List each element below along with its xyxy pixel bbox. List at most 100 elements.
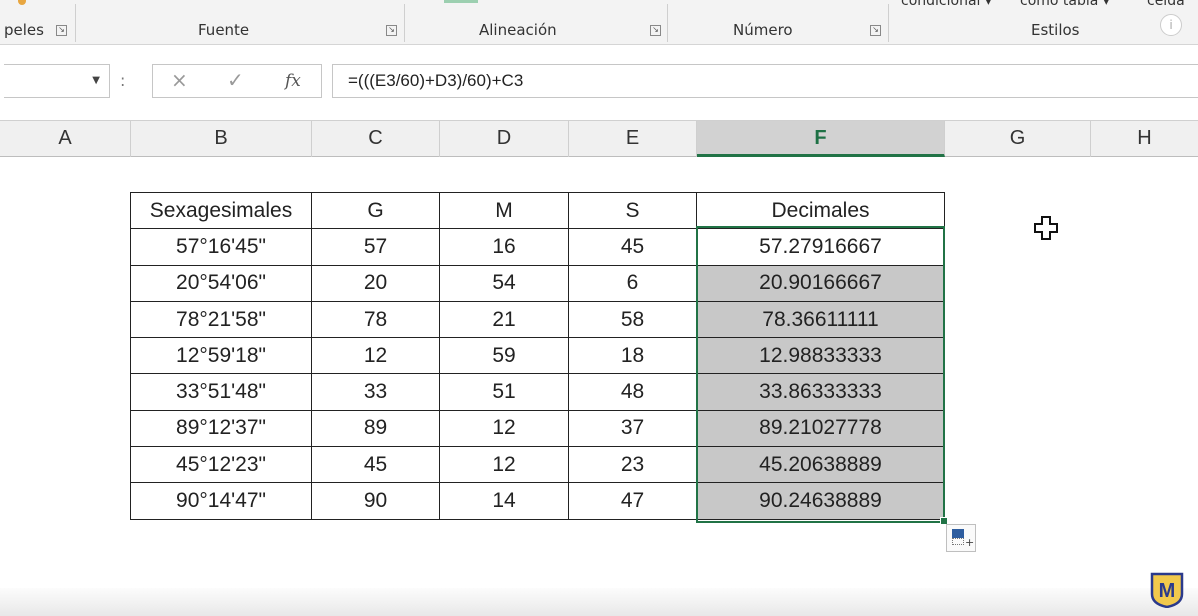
cell-decimal[interactable]: 20.90166667 (696, 264, 945, 302)
group-separator (888, 4, 889, 42)
cell-seconds[interactable]: 18 (568, 337, 697, 375)
cell-sexagesimal[interactable]: 90°14'47" (130, 482, 312, 520)
ribbon: peles ↘ Fuente ↘ Alineación ↘ Número ↘ E… (0, 0, 1198, 45)
cell-minutes[interactable]: 16 (439, 228, 569, 266)
table-row: 20°54'06" 20 54 6 20.90166667 (130, 264, 945, 302)
column-headers: A B C D E F G H (0, 120, 1198, 157)
conversion-table: Sexagesimales G M S Decimales 57°16'45" … (130, 191, 945, 520)
table-row: 78°21'58" 78 21 58 78.36611111 (130, 300, 945, 339)
cell-sexagesimal[interactable]: 33°51'48" (130, 373, 312, 411)
chevron-down-icon[interactable]: ▼ (92, 75, 100, 86)
format-painter-icon[interactable] (18, 0, 26, 5)
dialog-launcher-icon[interactable]: ↘ (870, 25, 881, 36)
column-header-h[interactable]: H (1091, 121, 1198, 157)
formula-bar: ▼ : × ✓ fx =(((E3/60)+D3)/60)+C3 (0, 46, 1198, 120)
cell-seconds[interactable]: 58 (568, 300, 697, 339)
table-row: 89°12'37" 89 12 37 89.21027778 (130, 409, 945, 448)
column-header-f[interactable]: F (697, 121, 945, 157)
dialog-launcher-icon[interactable]: ↘ (386, 25, 397, 36)
cell-minutes[interactable]: 21 (439, 300, 569, 339)
group-separator (75, 4, 76, 42)
formula-text: =(((E3/60)+D3)/60)+C3 (348, 71, 524, 90)
cancel-icon[interactable]: × (171, 68, 188, 92)
cell-select-cursor-icon (1034, 216, 1058, 240)
group-label-clipboard: peles (4, 21, 44, 39)
cell-degrees[interactable]: 78 (311, 300, 440, 339)
cell-decimal[interactable]: 45.20638889 (696, 446, 945, 484)
cell-degrees[interactable]: 12 (311, 337, 440, 375)
bottom-strip (0, 588, 1198, 616)
alignment-accent (444, 0, 478, 3)
cell-degrees[interactable]: 57 (311, 228, 440, 266)
cell-minutes[interactable]: 12 (439, 409, 569, 448)
cell-seconds[interactable]: 48 (568, 373, 697, 411)
dialog-launcher-icon[interactable]: ↘ (56, 25, 67, 36)
cell-minutes[interactable]: 54 (439, 264, 569, 302)
cell-sexagesimal[interactable]: 57°16'45" (130, 228, 312, 266)
cell-decimal[interactable]: 90.24638889 (696, 482, 945, 520)
cell-sexagesimal[interactable]: 45°12'23" (130, 446, 312, 484)
header-cell[interactable]: G (311, 191, 440, 230)
quick-analysis-button[interactable]: + (946, 524, 976, 552)
insert-function-button[interactable]: fx (285, 71, 301, 91)
header-row: Sexagesimales G M S Decimales (130, 191, 945, 230)
quick-analysis-icon (952, 529, 964, 538)
group-label-number: Número (733, 21, 793, 39)
group-separator (667, 4, 668, 42)
cell-sexagesimal[interactable]: 89°12'37" (130, 409, 312, 448)
cell-seconds[interactable]: 47 (568, 482, 697, 520)
enter-icon[interactable]: ✓ (227, 68, 244, 92)
cell-decimal[interactable]: 12.98833333 (696, 337, 945, 375)
channel-logo: M (1150, 572, 1184, 608)
cell-minutes[interactable]: 59 (439, 337, 569, 375)
column-header-e[interactable]: E (569, 121, 697, 157)
cell-degrees[interactable]: 33 (311, 373, 440, 411)
cell-decimal[interactable]: 89.21027778 (696, 409, 945, 448)
column-header-b[interactable]: B (131, 121, 312, 157)
cell-seconds[interactable]: 23 (568, 446, 697, 484)
table-row: 33°51'48" 33 51 48 33.86333333 (130, 373, 945, 411)
quick-analysis-icon-grid (952, 538, 964, 545)
cell-seconds[interactable]: 37 (568, 409, 697, 448)
header-cell[interactable]: S (568, 191, 697, 230)
format-as-table-button[interactable]: como tabla ▾ (1020, 0, 1110, 9)
table-row: 12°59'18" 12 59 18 12.98833333 (130, 337, 945, 375)
formula-buttons: × ✓ fx (152, 64, 322, 98)
cell-decimal[interactable]: 57.27916667 (696, 228, 945, 266)
group-separator (404, 4, 405, 42)
table-row: 57°16'45" 57 16 45 57.27916667 (130, 228, 945, 266)
worksheet[interactable]: Sexagesimales G M S Decimales 57°16'45" … (0, 157, 1198, 587)
more-options-icon[interactable]: : (120, 71, 125, 90)
cell-decimal[interactable]: 33.86333333 (696, 373, 945, 411)
cell-degrees[interactable]: 90 (311, 482, 440, 520)
cell-seconds[interactable]: 6 (568, 264, 697, 302)
logo-letter: M (1159, 580, 1176, 602)
cell-minutes[interactable]: 12 (439, 446, 569, 484)
group-label-styles: Estilos (1031, 21, 1080, 39)
cell-styles-button[interactable]: celda (1147, 0, 1185, 9)
cell-degrees[interactable]: 20 (311, 264, 440, 302)
cell-decimal[interactable]: 78.36611111 (696, 300, 945, 339)
info-icon[interactable]: i (1160, 14, 1182, 36)
column-header-g[interactable]: G (945, 121, 1091, 157)
column-header-a[interactable]: A (0, 121, 131, 157)
table-row: 45°12'23" 45 12 23 45.20638889 (130, 446, 945, 484)
cell-sexagesimal[interactable]: 20°54'06" (130, 264, 312, 302)
dialog-launcher-icon[interactable]: ↘ (650, 25, 661, 36)
column-header-c[interactable]: C (312, 121, 440, 157)
cell-minutes[interactable]: 14 (439, 482, 569, 520)
cell-sexagesimal[interactable]: 12°59'18" (130, 337, 312, 375)
header-cell[interactable]: Sexagesimales (130, 191, 312, 230)
formula-input[interactable]: =(((E3/60)+D3)/60)+C3 (332, 64, 1198, 98)
cell-degrees[interactable]: 45 (311, 446, 440, 484)
conditional-format-button[interactable]: condicional ▾ (901, 0, 992, 9)
name-box[interactable]: ▼ (4, 64, 110, 98)
cell-sexagesimal[interactable]: 78°21'58" (130, 300, 312, 339)
cell-minutes[interactable]: 51 (439, 373, 569, 411)
header-cell[interactable]: M (439, 191, 569, 230)
header-cell[interactable]: Decimales (696, 191, 945, 230)
table-row: 90°14'47" 90 14 47 90.24638889 (130, 482, 945, 520)
cell-degrees[interactable]: 89 (311, 409, 440, 448)
column-header-d[interactable]: D (440, 121, 569, 157)
cell-seconds[interactable]: 45 (568, 228, 697, 266)
